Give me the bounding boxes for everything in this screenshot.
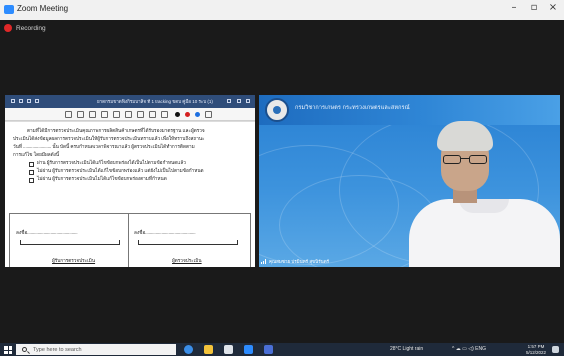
red-color-swatch[interactable] — [185, 112, 190, 117]
participant-person — [409, 115, 560, 267]
zoom-app-icon — [4, 5, 14, 14]
close-button[interactable]: × — [545, 2, 561, 13]
recording-label: Recording — [16, 24, 46, 32]
search-icon — [22, 347, 27, 352]
lasso-tool-icon[interactable] — [113, 111, 120, 118]
shared-app-titlebar: ยาดกรมขาดฟิงกิรมบาสิจ ที 1 tracking ขดบ … — [5, 95, 255, 108]
option-pass: ผ่าน ผู้รับการตรวจประเมินได้แก้ไขข้อบกพร… — [13, 160, 251, 168]
text-tool-icon[interactable] — [125, 111, 132, 118]
weather-widget[interactable]: 28°C Light rain — [390, 346, 423, 352]
maximize-button[interactable]: ▫ — [526, 2, 542, 13]
option-fail: ไม่ผ่าน ผู้รับการตรวจประเมินไม่ได้แก้ไขข… — [13, 176, 251, 184]
search-placeholder: Type here to search — [33, 346, 82, 353]
shared-document-page: ตามที่ได้มีการตรวจประเมินคุณภาพการผลิตสิ… — [5, 122, 255, 267]
shared-app-close-icon — [246, 99, 250, 103]
option-label: ไม่ผ่าน ผู้รับการตรวจประเมินไม่ได้แก้ไขข… — [37, 177, 167, 182]
option-fail-partial: ไม่ผ่าน ผู้รับการตรวจประเมินได้แก้ไขข้อบ… — [13, 168, 251, 176]
participant-video-pane[interactable]: กรมวิชาการเกษตร กระทรวงเกษตรและสหกรณ์ คุ… — [259, 95, 560, 267]
clock-date: 5/12/2022 — [526, 349, 547, 355]
participant-glasses — [443, 155, 487, 165]
document-line: การแก้ไข โดยมีผลดังนี้ — [13, 153, 60, 158]
image-tool-icon[interactable] — [137, 111, 144, 118]
signal-strength-icon — [261, 259, 267, 264]
notifications-icon[interactable] — [552, 346, 559, 353]
file-explorer-icon[interactable] — [204, 345, 213, 354]
shared-app-home-icon — [11, 99, 15, 103]
eraser-tool-icon[interactable] — [101, 111, 108, 118]
microsoft-store-icon[interactable] — [224, 345, 233, 354]
window-title: Zoom Meeting — [17, 4, 69, 13]
signature-line-right: ลงชื่อ..................................… — [134, 231, 196, 236]
option-label: ไม่ผ่าน ผู้รับการตรวจประเมินได้แก้ไขข้อบ… — [37, 169, 204, 174]
table-divider — [128, 214, 129, 267]
option-label: ผ่าน ผู้รับการตรวจประเมินได้แก้ไขข้อบกพร… — [37, 161, 186, 166]
clock-time: 1:57 PM — [527, 344, 545, 349]
taskbar-clock[interactable]: 1:57 PM 5/12/2022 — [526, 344, 546, 355]
glasses-lens-left — [443, 155, 461, 164]
participant-name-tag: คุณสมชาย ปรมินทร์ สุขนิรันดร์ — [261, 257, 329, 266]
shared-app-save-icon — [19, 99, 23, 103]
taskbar-search-box[interactable]: Type here to search — [16, 344, 176, 355]
zoom-taskbar-icon[interactable] — [244, 345, 253, 354]
shared-app-search-icon — [35, 99, 39, 103]
participant-name: คุณสมชาย ปรมินทร์ สุขนิรันดร์ — [269, 259, 330, 264]
shape-tool-icon[interactable] — [149, 111, 156, 118]
pen-tool-icon[interactable] — [77, 111, 84, 118]
document-line: วันที่ ........................ นั้น บัด… — [13, 145, 195, 150]
shared-app-settings-icon — [237, 99, 241, 103]
more-tools-icon[interactable] — [205, 111, 212, 118]
checkbox-icon — [29, 161, 34, 167]
edge-browser-icon[interactable] — [184, 345, 193, 354]
shared-app-title: ยาดกรมขาดฟิงกิรมบาสิจ ที 1 tracking ขดบ … — [97, 99, 213, 104]
select-tool-icon[interactable] — [65, 111, 72, 118]
shared-app-share-icon — [227, 99, 231, 103]
caption-right: ผู้ตรวจประเมิน — [172, 259, 202, 264]
document-body: ตามที่ได้มีการตรวจประเมินคุณภาพการผลิตสิ… — [13, 128, 251, 184]
caption-left: ผู้รับการตรวจประเมิน — [52, 259, 96, 264]
document-line: ตามที่ได้มีการตรวจประเมินคุณภาพการผลิตสิ… — [27, 129, 205, 134]
pdf-annotation-toolbar — [5, 108, 255, 121]
windows-start-icon[interactable] — [4, 346, 12, 354]
checkbox-icon — [29, 177, 34, 183]
organization-name: กรมวิชาการเกษตร กระทรวงเกษตรและสหกรณ์ — [295, 105, 410, 111]
highlighter-tool-icon[interactable] — [89, 111, 96, 118]
signature-line-left: ลงชื่อ..................................… — [16, 231, 78, 236]
blue-color-swatch[interactable] — [195, 112, 200, 117]
recording-dot-icon — [4, 24, 12, 32]
photos-app-icon[interactable] — [264, 345, 273, 354]
shared-app-print-icon — [27, 99, 31, 103]
signature-bracket-left — [20, 240, 120, 245]
glasses-lens-right — [469, 155, 487, 164]
title-bar: Zoom Meeting – ▫ × — [0, 0, 564, 20]
minimize-button[interactable]: – — [506, 2, 522, 13]
pencil-tool-icon[interactable] — [161, 111, 168, 118]
signature-table: ลงชื่อ..................................… — [9, 213, 251, 267]
participant-hair — [437, 121, 493, 151]
shared-screen-pane[interactable]: ยาดกรมขาดฟิงกิรมบาสิจ ที 1 tracking ขดบ … — [5, 95, 255, 267]
document-line: ประเมินได้ส่งข้อมูลผลการตรวจประเมินให้ผู… — [13, 137, 205, 142]
zoom-meeting-window: Zoom Meeting – ▫ × Recording ยาดกรมขาดฟิ… — [0, 0, 564, 356]
checkbox-icon — [29, 169, 34, 175]
glasses-bridge — [461, 158, 469, 160]
recording-indicator[interactable]: Recording — [4, 22, 46, 34]
department-emblem-logo — [265, 98, 289, 122]
system-tray-icons[interactable]: ^ ☁ ▭ ◁) ENG — [452, 346, 486, 352]
black-color-swatch[interactable] — [175, 112, 180, 117]
signature-bracket-right — [138, 240, 238, 245]
windows-taskbar: Type here to search 28°C Light rain ^ ☁ … — [0, 343, 564, 356]
